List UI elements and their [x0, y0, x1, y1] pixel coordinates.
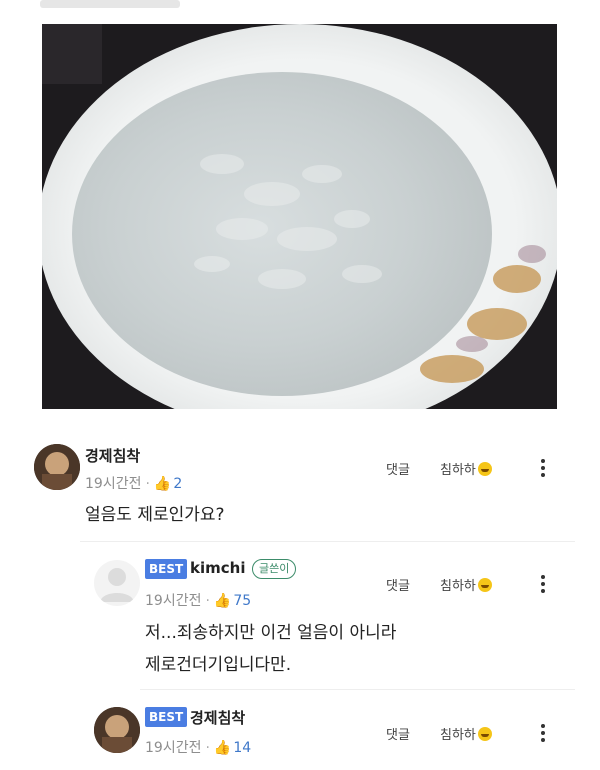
avatar[interactable]: [94, 560, 140, 606]
more-vertical-icon[interactable]: [540, 459, 546, 479]
avatar[interactable]: [34, 444, 80, 490]
comment-meta: 19시간전 · 👍 2: [85, 473, 182, 493]
thumbs-up-icon[interactable]: 👍: [214, 740, 231, 756]
reply-button[interactable]: 댓글: [386, 575, 410, 594]
meta-separator: ·: [205, 593, 210, 609]
laughing-emoji-icon: [477, 578, 492, 592]
reply-button[interactable]: 댓글: [386, 459, 410, 478]
cropped-header-text: [40, 0, 180, 8]
comment-author[interactable]: 경제침착: [190, 707, 245, 728]
thumbs-up-icon[interactable]: 👍: [154, 476, 171, 492]
comment-text-line-2: 제로건더기입니다만.: [145, 655, 292, 675]
best-badge: BEST: [145, 559, 188, 579]
meta-separator: ·: [205, 740, 210, 756]
mock-label: 침하하: [440, 463, 476, 478]
reply-button[interactable]: 댓글: [386, 724, 410, 743]
comment-meta: 19시간전 · 👍 75: [145, 590, 251, 610]
comment-text-line-1: 저...죄송하지만 이건 얼음이 아니라: [145, 623, 397, 643]
comment-author[interactable]: 경제침착: [85, 445, 140, 466]
meta-separator: ·: [145, 476, 150, 492]
mock-label: 침하하: [440, 579, 476, 594]
mock-button[interactable]: 침하하: [440, 575, 492, 594]
comment-time: 19시간전: [145, 740, 202, 756]
mock-label: 침하하: [440, 728, 476, 743]
thumbs-up-icon[interactable]: 👍: [214, 593, 231, 609]
laughing-emoji-icon: [477, 462, 492, 476]
more-vertical-icon[interactable]: [540, 724, 546, 744]
post-image[interactable]: [42, 24, 557, 409]
comment-divider: [140, 689, 575, 690]
like-count: 75: [233, 593, 252, 609]
best-badge: BEST: [145, 707, 188, 727]
comment-time: 19시간전: [145, 593, 202, 609]
comment-author[interactable]: kimchi: [190, 559, 245, 577]
like-count: 2: [173, 476, 183, 492]
comment-text: 얼음도 제로인가요?: [85, 505, 225, 525]
laughing-emoji-icon: [477, 727, 492, 741]
more-vertical-icon[interactable]: [540, 575, 546, 595]
mock-button[interactable]: 침하하: [440, 724, 492, 743]
comment-divider: [80, 541, 575, 542]
mock-button[interactable]: 침하하: [440, 459, 492, 478]
comment-meta: 19시간전 · 👍 14: [145, 737, 251, 757]
like-count: 14: [233, 740, 252, 756]
avatar[interactable]: [94, 707, 140, 753]
comment-time: 19시간전: [85, 476, 142, 492]
writer-badge: 글쓴이: [252, 559, 297, 579]
user-placeholder-icon: [100, 568, 134, 602]
